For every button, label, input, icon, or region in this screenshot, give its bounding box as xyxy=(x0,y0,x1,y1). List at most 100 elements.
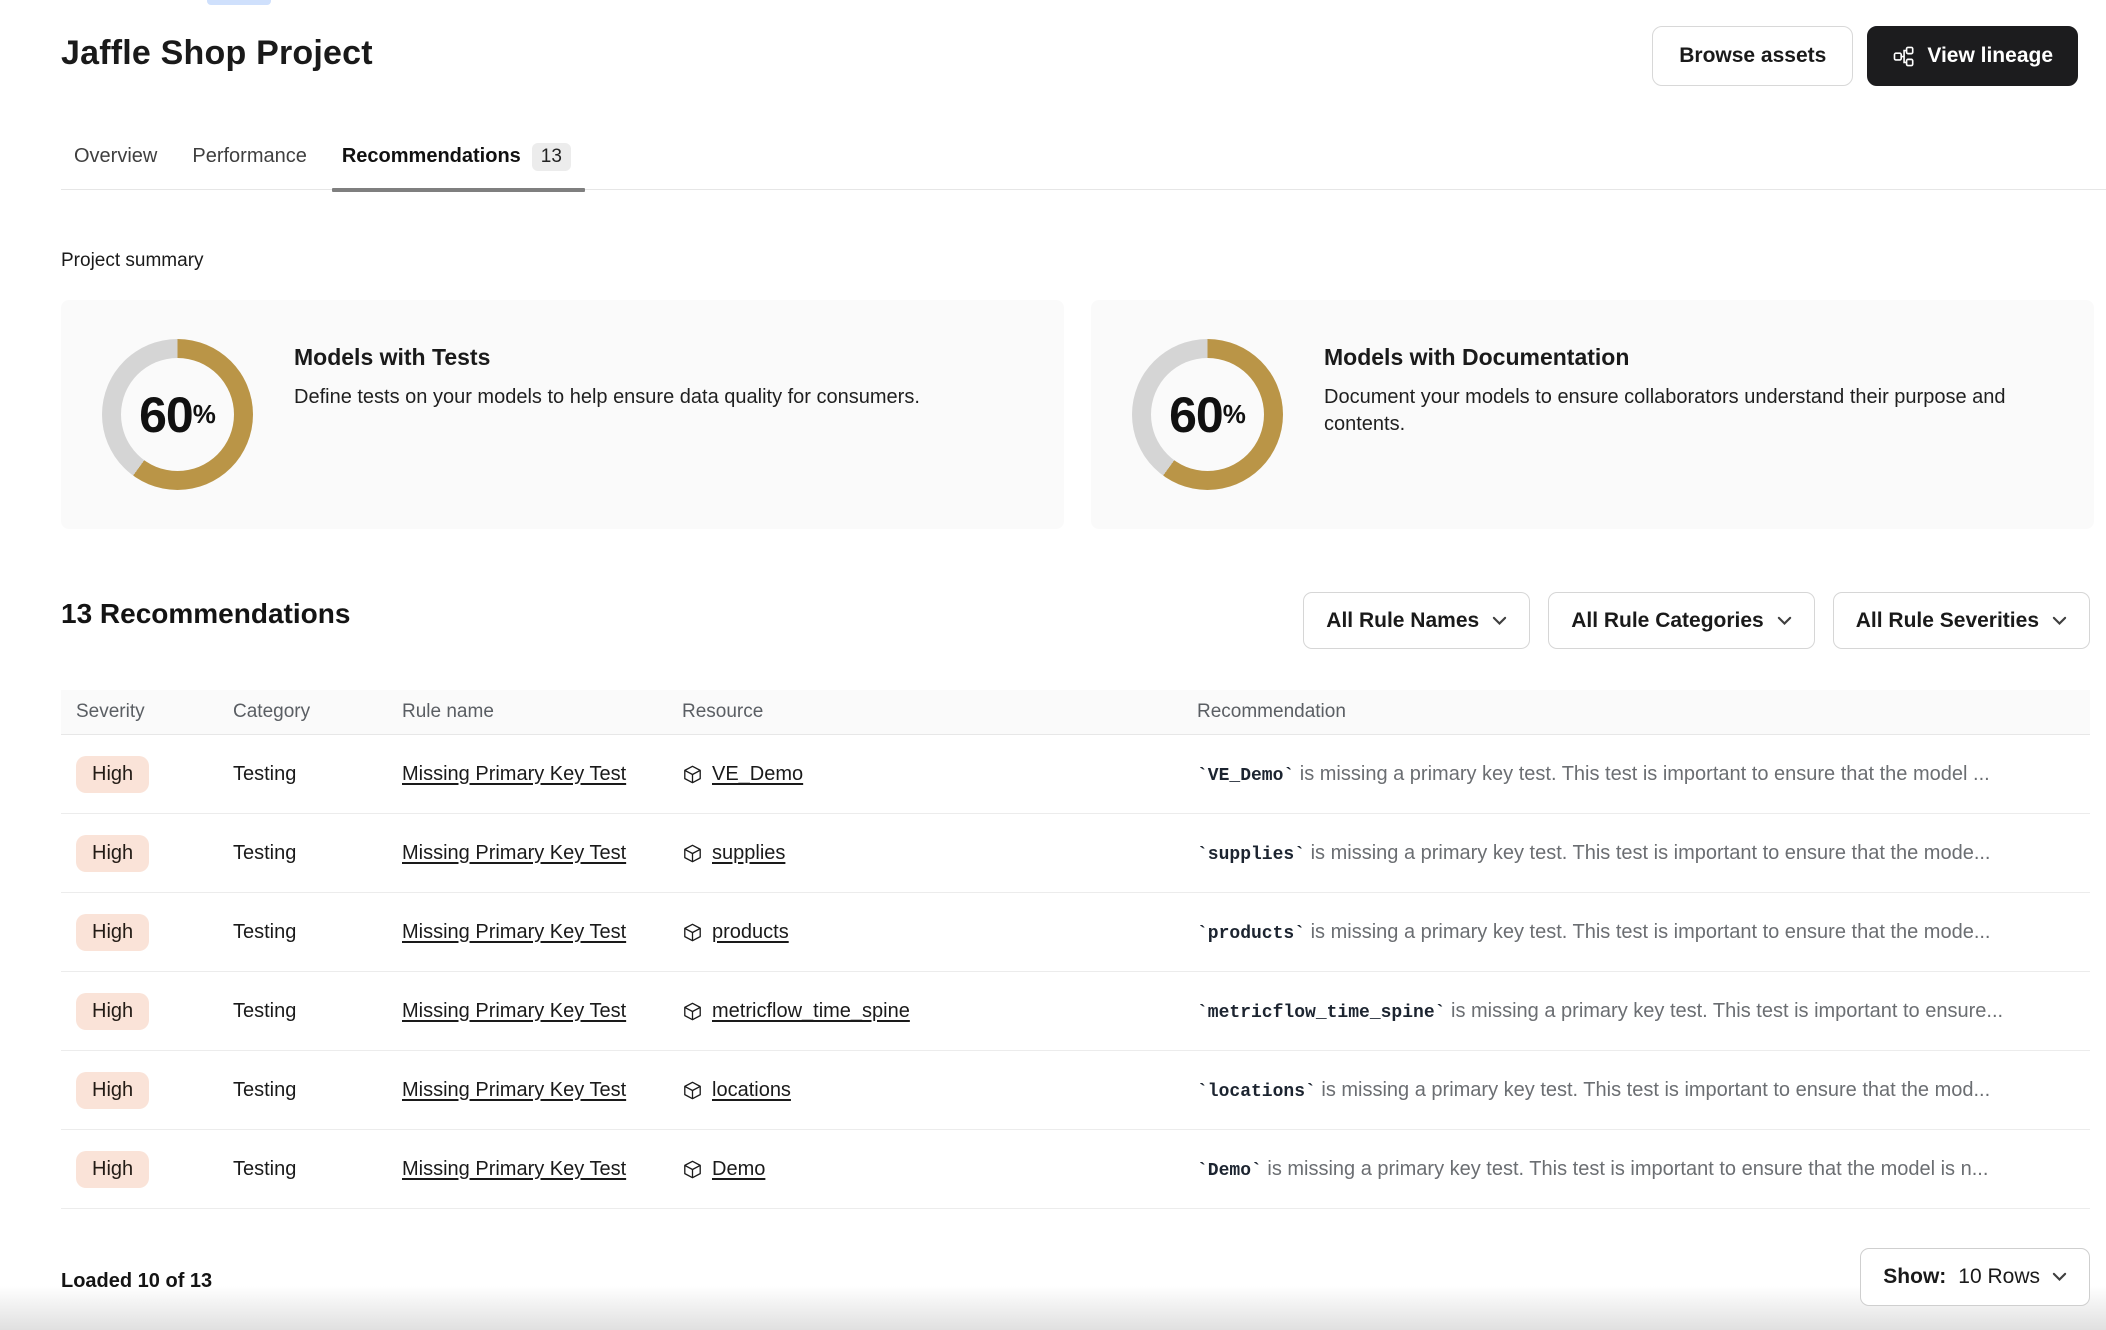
severity-cell: High xyxy=(76,914,233,951)
recommendations-count-badge: 13 xyxy=(532,143,571,171)
docs-card-title: Models with Documentation xyxy=(1324,344,1629,371)
tests-card-description: Define tests on your models to help ensu… xyxy=(294,384,1024,411)
rule-name-cell: Missing Primary Key Test xyxy=(402,1079,682,1102)
chevron-down-icon xyxy=(2052,616,2067,626)
resource-cell: locations xyxy=(682,1079,1197,1102)
resource-link[interactable]: metricflow_time_spine xyxy=(712,1000,910,1023)
severity-badge: High xyxy=(76,1072,149,1109)
rule-names-filter[interactable]: All Rule Names xyxy=(1303,592,1530,649)
severity-cell: High xyxy=(76,756,233,793)
severity-badge: High xyxy=(76,756,149,793)
table-row: High TestingMissing Primary Key Test Demo `… xyxy=(61,1130,2090,1209)
top-edge-highlight xyxy=(207,0,271,5)
resource-link[interactable]: Demo xyxy=(712,1158,765,1181)
resource-cell: metricflow_time_spine xyxy=(682,1000,1197,1023)
browse-assets-label: Browse assets xyxy=(1679,44,1826,68)
resource-link[interactable]: products xyxy=(712,921,789,944)
recommendation-code: `locations` xyxy=(1197,1082,1316,1102)
browse-assets-button[interactable]: Browse assets xyxy=(1652,26,1853,86)
chevron-down-icon xyxy=(1777,616,1792,626)
rule-name-cell: Missing Primary Key Test xyxy=(402,842,682,865)
col-rule-name: Rule name xyxy=(402,701,682,723)
severity-badge: High xyxy=(76,835,149,872)
cube-icon xyxy=(682,922,703,943)
category-cell: Testing xyxy=(233,1158,402,1181)
table-row: High TestingMissing Primary Key Test VE_De… xyxy=(61,735,2090,814)
project-summary-label: Project summary xyxy=(61,250,204,272)
rule-name-cell: Missing Primary Key Test xyxy=(402,921,682,944)
rule-name-link[interactable]: Missing Primary Key Test xyxy=(402,763,626,785)
severity-cell: High xyxy=(76,1072,233,1109)
recommendation-code: `VE_Demo` xyxy=(1197,766,1294,786)
models-with-docs-card: 60% Models with Documentation Document y… xyxy=(1091,300,2094,529)
severity-badge: High xyxy=(76,914,149,951)
filter-bar: All Rule Names All Rule Categories All R… xyxy=(1303,592,2090,649)
severity-badge: High xyxy=(76,1151,149,1188)
resource-cell: supplies xyxy=(682,842,1197,865)
table-body: HighTestingMissing Primary Key TestVE_De… xyxy=(61,735,2090,1209)
tests-donut-chart: 60% xyxy=(102,339,253,490)
cube-icon xyxy=(682,1159,703,1180)
rule-names-filter-label: All Rule Names xyxy=(1326,609,1479,633)
rule-name-link[interactable]: Missing Primary Key Test xyxy=(402,1158,626,1180)
view-lineage-button[interactable]: View lineage xyxy=(1867,26,2078,86)
table-row: HighTestingMissing Primary Key Testsuppl… xyxy=(61,814,2090,893)
resource-link[interactable]: supplies xyxy=(712,842,785,865)
rule-name-link[interactable]: Missing Primary Key Test xyxy=(402,1079,626,1101)
cube-icon xyxy=(682,1080,703,1101)
recommendation-text: is missing a primary key test. This test… xyxy=(1445,1000,2003,1022)
category-cell: Testing xyxy=(233,763,402,786)
recommendation-cell: `supplies` is missing a primary key test… xyxy=(1197,842,2090,865)
tests-card-title: Models with Tests xyxy=(294,344,490,371)
recommendation-code: `Demo` xyxy=(1197,1161,1262,1181)
tab-performance[interactable]: Performance xyxy=(192,140,307,189)
cube-icon xyxy=(682,764,703,785)
recommendation-cell: `locations` is missing a primary key tes… xyxy=(1197,1079,2090,1102)
tab-recommendations[interactable]: Recommendations 13 xyxy=(342,140,571,189)
tab-performance-label: Performance xyxy=(192,145,307,168)
resource-cell: VE_Demo xyxy=(682,763,1197,786)
rule-severities-filter[interactable]: All Rule Severities xyxy=(1833,592,2090,649)
recommendations-heading: 13 Recommendations xyxy=(61,598,350,630)
chevron-down-icon xyxy=(1492,616,1507,626)
recommendation-text: is missing a primary key test. This test… xyxy=(1262,1158,1989,1180)
tab-overview[interactable]: Overview xyxy=(74,140,157,189)
chevron-down-icon xyxy=(2052,1272,2067,1282)
rows-per-page-select[interactable]: Show: 10 Rows xyxy=(1860,1248,2090,1306)
recommendation-text: is missing a primary key test. This test… xyxy=(1305,842,1990,864)
recommendation-text: is missing a primary key test. This test… xyxy=(1305,921,1990,943)
resource-link[interactable]: VE_Demo xyxy=(712,763,803,786)
recommendations-table: Severity Category Rule name Resource Rec… xyxy=(61,690,2090,1209)
table-header-row: Severity Category Rule name Resource Rec… xyxy=(61,690,2090,735)
severity-cell: High xyxy=(76,835,233,872)
docs-donut-chart: 60% xyxy=(1132,339,1283,490)
category-cell: Testing xyxy=(233,1079,402,1102)
tab-bar: Overview Performance Recommendations 13 xyxy=(61,140,2106,190)
percent-sign: % xyxy=(193,399,216,430)
show-label: Show: xyxy=(1883,1265,1946,1289)
lineage-icon xyxy=(1892,45,1915,68)
rule-categories-filter[interactable]: All Rule Categories xyxy=(1548,592,1815,649)
rule-name-cell: Missing Primary Key Test xyxy=(402,763,682,786)
view-lineage-label: View lineage xyxy=(1927,44,2053,68)
bottom-fade xyxy=(0,1286,2106,1330)
table-row: High TestingMissing Primary Key Test produ… xyxy=(61,893,2090,972)
recommendation-cell: `Demo` is missing a primary key test. Th… xyxy=(1197,1158,2090,1181)
tab-overview-label: Overview xyxy=(74,145,157,168)
rule-name-link[interactable]: Missing Primary Key Test xyxy=(402,921,626,943)
table-row: HighTestingMissing Primary Key Testmetri… xyxy=(61,972,2090,1051)
rule-severities-filter-label: All Rule Severities xyxy=(1856,609,2039,633)
header-actions: Browse assets View lineage xyxy=(1652,26,2078,86)
resource-link[interactable]: locations xyxy=(712,1079,791,1102)
rule-name-link[interactable]: Missing Primary Key Test xyxy=(402,842,626,864)
recommendation-code: `supplies` xyxy=(1197,845,1305,865)
cube-icon xyxy=(682,1001,703,1022)
col-severity: Severity xyxy=(76,701,233,723)
docs-percent-value: 60 xyxy=(1169,386,1223,444)
category-cell: Testing xyxy=(233,921,402,944)
percent-sign: % xyxy=(1223,399,1246,430)
table-row: High TestingMissing Primary Key Test locat… xyxy=(61,1051,2090,1130)
recommendation-text: is missing a primary key test. This test… xyxy=(1316,1079,1990,1101)
recommendation-cell: `products` is missing a primary key test… xyxy=(1197,921,2090,944)
rule-name-link[interactable]: Missing Primary Key Test xyxy=(402,1000,626,1022)
